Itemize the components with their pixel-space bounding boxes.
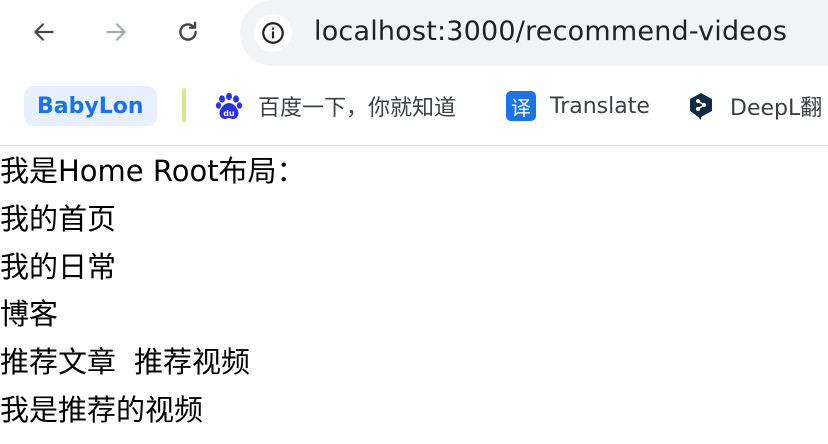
address-bar[interactable]: localhost:3000/recommend-videos — [240, 0, 828, 66]
bookmark-separator — [182, 88, 186, 122]
bookmark-label: DeepL翻 — [730, 96, 823, 121]
recommend-nav: 推荐文章 推荐视频 — [0, 344, 250, 380]
translate-icon: 译 — [506, 91, 536, 121]
recommend-videos-link[interactable]: 推荐视频 — [134, 345, 250, 379]
arrow-right-icon — [106, 23, 126, 41]
reload-button[interactable] — [168, 12, 208, 52]
bookmark-babylon[interactable]: BabyLon — [24, 86, 157, 126]
bookmark-label: Translate — [550, 93, 650, 119]
url-text[interactable]: localhost:3000/recommend-videos — [314, 16, 787, 47]
home-link[interactable]: 我的首页 — [0, 202, 116, 236]
bookmark-label: 百度一下，你就知道 — [258, 96, 457, 121]
svg-text:du: du — [223, 109, 235, 118]
deepl-icon — [686, 91, 716, 121]
bookmark-label: BabyLon — [37, 93, 144, 119]
bookmark-baidu[interactable]: du 百度一下，你就知道 — [214, 86, 456, 126]
recommend-articles-link[interactable]: 推荐文章 — [0, 345, 116, 379]
nav-link-daily[interactable]: 我的日常 — [0, 249, 116, 285]
nav-link-blog[interactable]: 博客 — [0, 296, 58, 332]
daily-link[interactable]: 我的日常 — [0, 250, 116, 284]
page-content: 我是Home Root布局： 我的首页 我的日常 博客 推荐文章 推荐视频 我是推… — [0, 147, 828, 444]
bookmark-deepl[interactable]: DeepL翻 — [686, 86, 822, 126]
site-info-button[interactable] — [254, 14, 292, 52]
forward-button[interactable] — [96, 12, 136, 52]
browser-toolbar: localhost:3000/recommend-videos — [0, 0, 828, 66]
arrow-left-icon — [34, 23, 54, 41]
root-layout-title: 我是Home Root布局： — [0, 154, 306, 188]
translate-icon-glyph: 译 — [506, 91, 536, 121]
baidu-paw-icon: du — [214, 91, 244, 121]
bookmark-translate[interactable]: 译 Translate — [506, 86, 650, 126]
recommend-videos-text: 我是推荐的视频 — [0, 393, 204, 427]
back-button[interactable] — [24, 12, 64, 52]
info-circle-icon — [262, 22, 284, 44]
nav-link-home[interactable]: 我的首页 — [0, 201, 116, 237]
reload-icon — [179, 21, 197, 41]
bookmarks-bar: BabyLon du 百度一下，你就知道 译 Translate DeepL翻 — [0, 66, 828, 146]
blog-link[interactable]: 博客 — [0, 297, 58, 331]
